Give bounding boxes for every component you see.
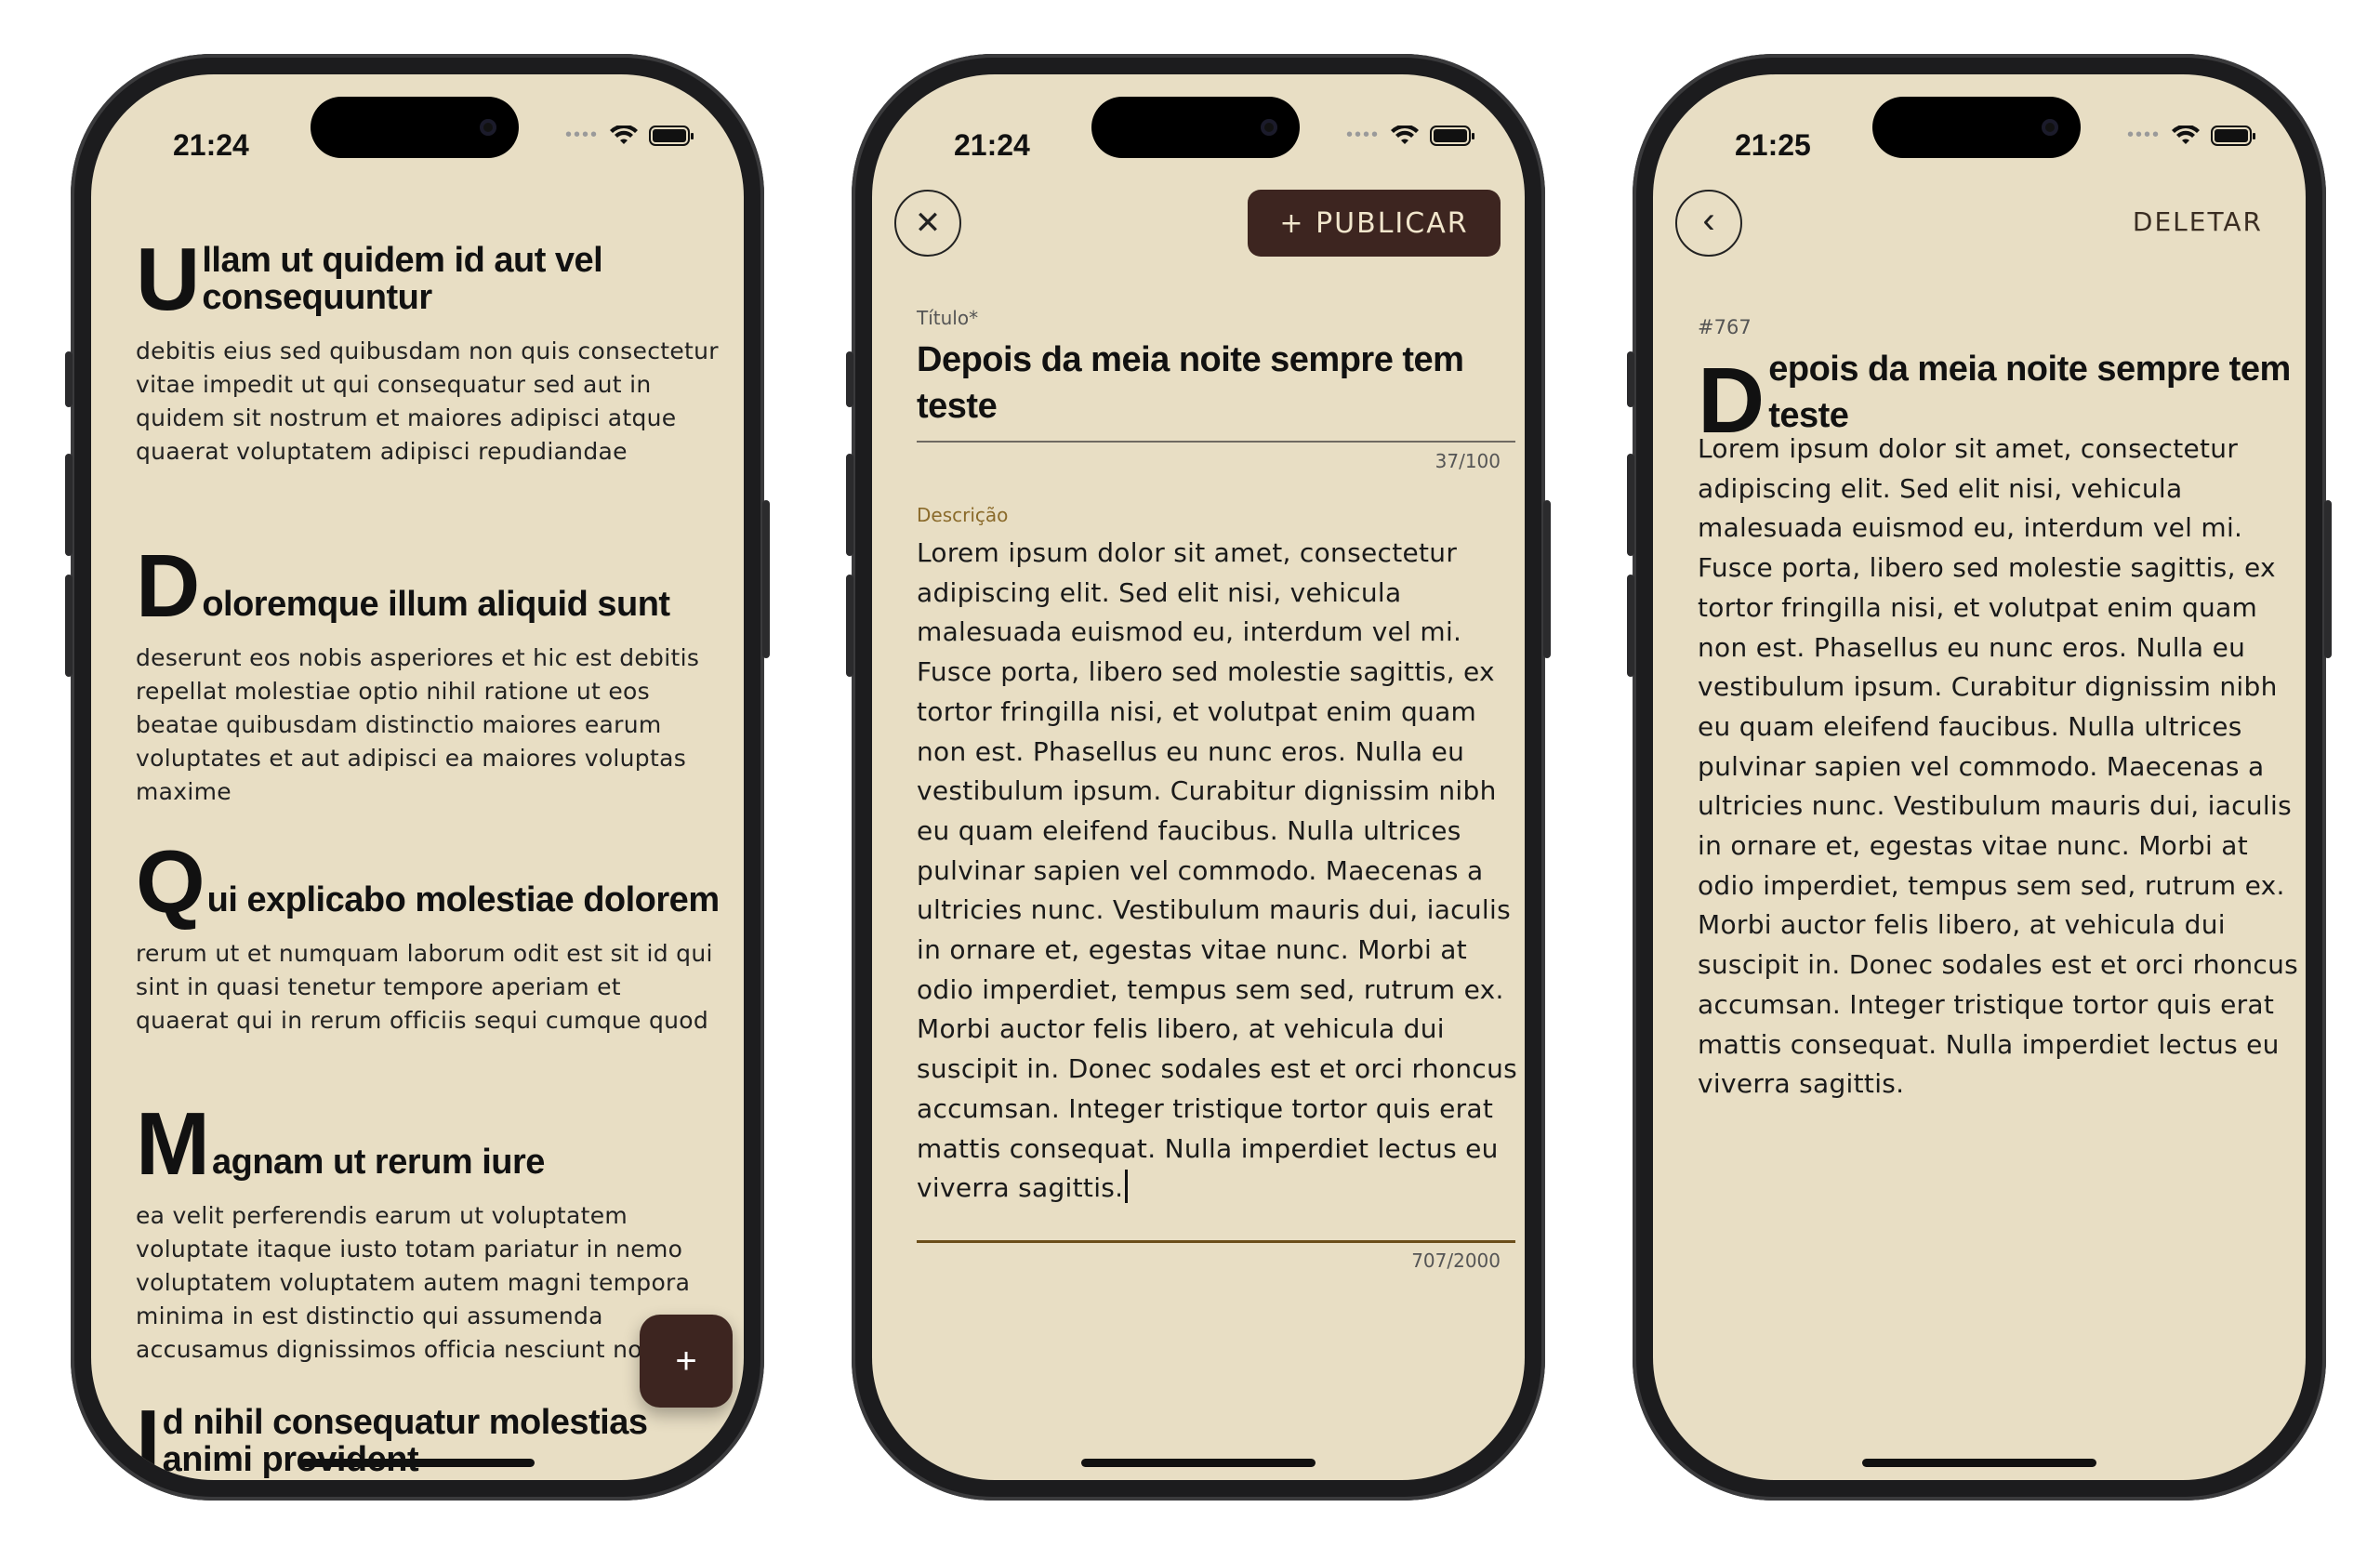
- post-body: Lorem ipsum dolor sit amet, consectetur …: [1698, 433, 2299, 1100]
- article-excerpt: debitis eius sed quibusdam non quis cons…: [136, 337, 719, 465]
- list-item[interactable]: U llam ut quidem id aut vel consequuntur…: [136, 230, 721, 469]
- plus-icon: +: [675, 1340, 697, 1382]
- close-icon: ✕: [914, 205, 942, 241]
- description-char-counter: 707/2000: [1411, 1250, 1501, 1272]
- cellular-signal-icon: ••••: [2126, 125, 2161, 145]
- wifi-icon: [1391, 125, 1419, 144]
- wifi-icon: [610, 125, 638, 144]
- description-field[interactable]: Lorem ipsum dolor sit amet, consectetur …: [917, 534, 1519, 1209]
- detail-screen: 21:25 •••• ‹ DELETAR #767 D epois da mei…: [1653, 74, 2306, 1480]
- status-time: 21:24: [173, 128, 249, 162]
- delete-button[interactable]: DELETAR: [2133, 206, 2263, 237]
- list-screen: 21:24 •••• U llam ut quidem id aut vel c…: [91, 74, 744, 1480]
- drop-cap: M: [136, 1094, 210, 1194]
- home-indicator[interactable]: [300, 1459, 535, 1467]
- home-indicator[interactable]: [1081, 1459, 1316, 1467]
- drop-cap: D: [1698, 349, 1765, 453]
- description-field-label: Descrição: [917, 504, 1009, 526]
- post-title: D epois da meia noite sempre tem teste: [1698, 349, 2291, 453]
- battery-icon: [1430, 125, 1474, 146]
- drop-cap: Q: [136, 832, 205, 932]
- list-item[interactable]: M agnam ut rerum iure ea velit perferend…: [136, 1094, 721, 1367]
- article-title: U llam ut quidem id aut vel consequuntur: [136, 230, 603, 329]
- post-id: #767: [1698, 316, 1752, 338]
- phone-list: 21:24 •••• U llam ut quidem id aut vel c…: [65, 54, 770, 1501]
- status-time: 21:25: [1735, 128, 1811, 162]
- battery-icon: [2211, 125, 2255, 146]
- phone-detail: 21:25 •••• ‹ DELETAR #767 D epois da mei…: [1627, 54, 2332, 1501]
- home-indicator[interactable]: [1862, 1459, 2096, 1467]
- cellular-signal-icon: ••••: [1345, 125, 1380, 145]
- publish-button[interactable]: + PUBLICAR: [1248, 190, 1501, 257]
- add-post-button[interactable]: +: [640, 1315, 733, 1408]
- drop-cap: D: [136, 536, 201, 636]
- cellular-signal-icon: ••••: [564, 125, 599, 145]
- status-time: 21:24: [954, 128, 1030, 162]
- article-title: M agnam ut rerum iure: [136, 1094, 545, 1194]
- status-icons: ••••: [2126, 125, 2255, 146]
- title-field-underline: [917, 441, 1515, 443]
- list-item[interactable]: D oloremque illum aliquid sunt deserunt …: [136, 536, 721, 809]
- wifi-icon: [2172, 125, 2200, 144]
- drop-cap: I: [136, 1392, 161, 1481]
- chevron-left-icon: ‹: [1702, 199, 1715, 241]
- status-icons: ••••: [1345, 125, 1474, 146]
- status-icons: ••••: [564, 125, 694, 146]
- title-field[interactable]: Depois da meia noite sempre tem teste: [917, 337, 1512, 430]
- description-field-underline: [917, 1240, 1515, 1243]
- title-field-label: Título*: [917, 307, 979, 329]
- article-excerpt: rerum ut et numquam laborum odit est sit…: [136, 940, 713, 1034]
- list-item[interactable]: Q ui explicabo molestiae dolorem rerum u…: [136, 832, 721, 1038]
- battery-icon: [649, 125, 694, 146]
- dynamic-island: [1091, 97, 1300, 158]
- back-button[interactable]: ‹: [1675, 190, 1742, 257]
- article-title: Q ui explicabo molestiae dolorem: [136, 832, 720, 932]
- close-button[interactable]: ✕: [894, 190, 961, 257]
- dynamic-island: [1872, 97, 2081, 158]
- dynamic-island: [311, 97, 519, 158]
- phone-editor: 21:24 •••• ✕ + PUBLICAR Título* Depois d…: [846, 54, 1551, 1501]
- editor-screen: 21:24 •••• ✕ + PUBLICAR Título* Depois d…: [872, 74, 1525, 1480]
- drop-cap: U: [136, 230, 201, 329]
- article-title: I d nihil consequatur molestias animi pr…: [136, 1392, 648, 1481]
- article-excerpt: ea velit perferendis earum ut voluptatem…: [136, 1202, 691, 1363]
- list-item[interactable]: I d nihil consequatur molestias animi pr…: [136, 1392, 656, 1481]
- title-char-counter: 37/100: [1435, 450, 1501, 472]
- text-caret: [1125, 1170, 1129, 1204]
- article-excerpt: deserunt eos nobis asperiores et hic est…: [136, 644, 700, 805]
- article-title: D oloremque illum aliquid sunt: [136, 536, 670, 636]
